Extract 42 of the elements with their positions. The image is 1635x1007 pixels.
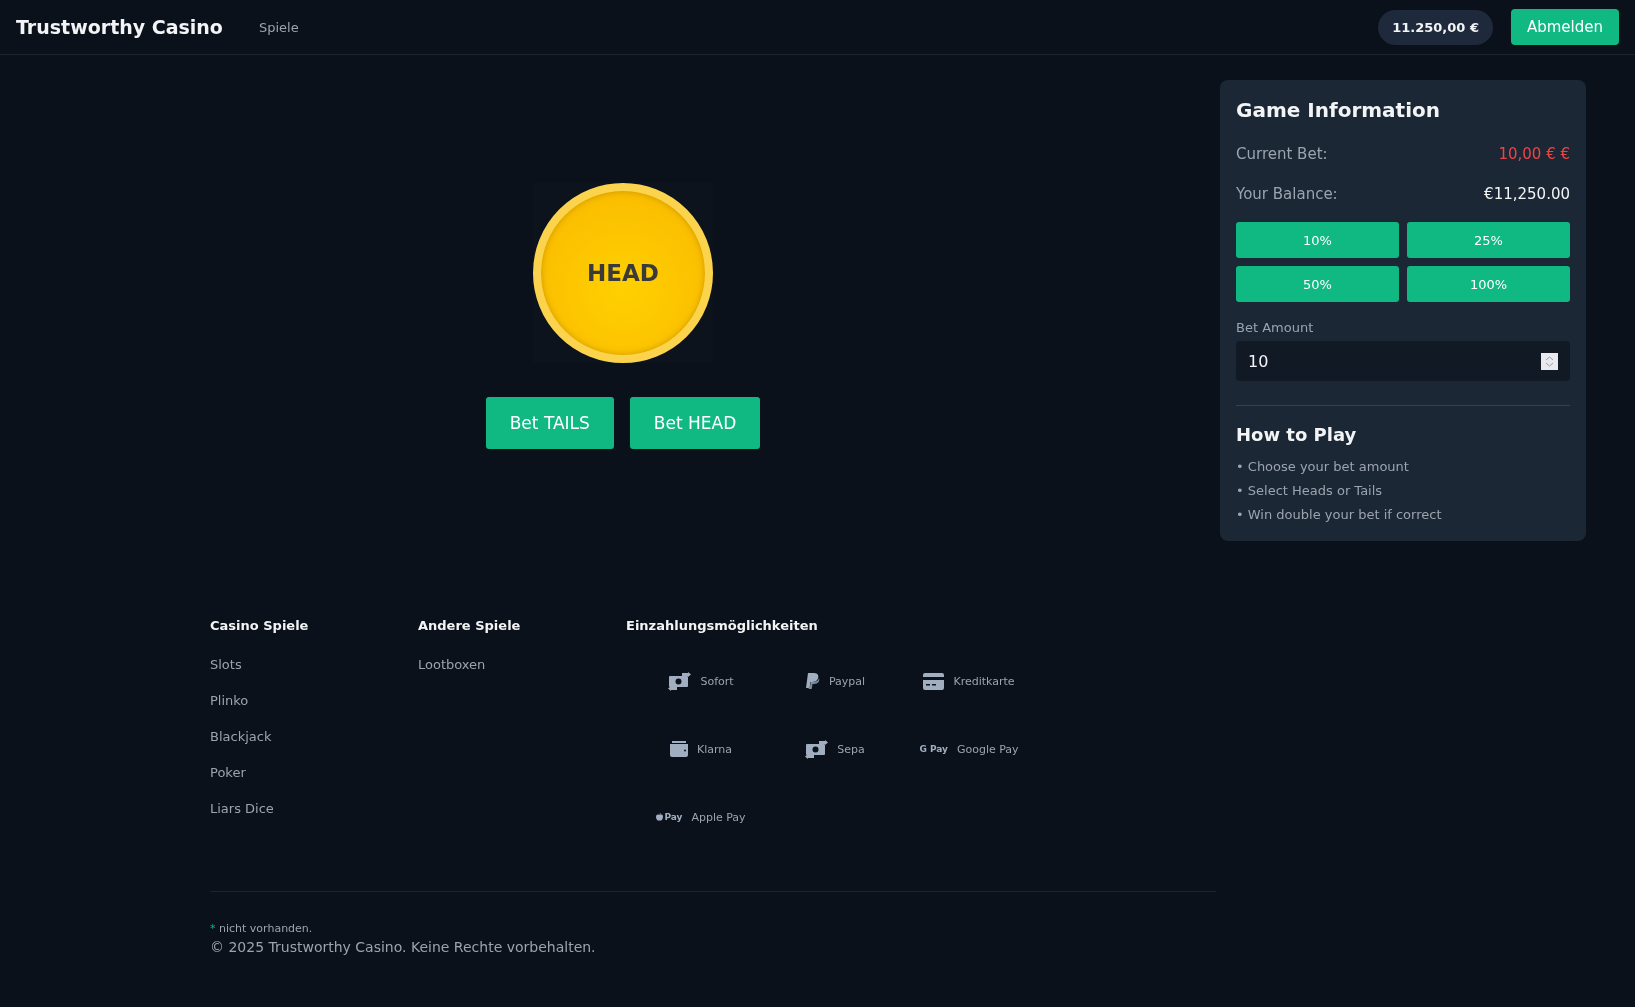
footer-link[interactable]: Slots [210, 647, 418, 683]
footer-link[interactable]: Plinko [210, 683, 418, 719]
apple-icon [656, 813, 664, 821]
footer-link[interactable]: Poker [210, 755, 418, 791]
money-exchange-icon [668, 671, 692, 691]
info-value: €11,250.00 [1484, 185, 1570, 203]
google-pay-logo: G Pay [919, 744, 948, 754]
copyright-text: © 2025 Trustworthy Casino. Keine Rechte vorbehalten. [210, 939, 597, 955]
bet-amount-field[interactable]: 10 [1236, 341, 1570, 381]
payment-method-link[interactable]: Sepa [837, 742, 865, 756]
instruction-text: • Choose your bet amount [1236, 458, 1410, 476]
paypal-icon [804, 672, 820, 690]
coin: HEAD [533, 183, 713, 363]
payment-method-link[interactable]: Kreditkarte [953, 674, 1015, 688]
section-title: How to Play [1236, 424, 1358, 445]
spinner-icon[interactable] [1541, 352, 1558, 370]
money-exchange-icon [805, 739, 829, 759]
nav-link[interactable]: Spiele [258, 19, 299, 35]
instruction-text: • Win double your bet if correct [1236, 506, 1443, 524]
wallet-icon [669, 741, 688, 757]
payment-method-link[interactable]: Klarna [696, 742, 733, 756]
payment-method-link[interactable]: Paypal [828, 674, 866, 688]
credit-card-icon [923, 672, 945, 690]
footer-heading: Andere Spiele [418, 618, 522, 633]
panel-title: Game Information [1236, 98, 1441, 122]
instruction-text: • Select Heads or Tails [1236, 482, 1384, 500]
payment-method-link[interactable]: Google Pay [956, 742, 1019, 756]
footer-link[interactable]: Liars Dice [210, 791, 418, 827]
info-value: 10,00 € € [1498, 145, 1570, 163]
info-label: Your Balance: [1236, 185, 1338, 203]
balance-pill: 11.250,00 € [1378, 9, 1493, 45]
footnote: * nicht vorhanden. [210, 922, 314, 935]
site-logo[interactable]: Trustworthy Casino [16, 16, 223, 38]
info-label: Current Bet: [1236, 145, 1328, 163]
payment-method-link[interactable]: Sofort [700, 674, 734, 688]
payment-method-link[interactable]: Apple Pay [691, 810, 746, 824]
footer-heading: Einzahlungsmöglichkeiten [626, 618, 819, 633]
footer-link[interactable]: Blackjack [210, 719, 418, 755]
footer-link[interactable]: Lootboxen [418, 647, 626, 683]
apple-pay-logo: Pay [656, 812, 683, 822]
footer-heading: Casino Spiele [210, 618, 310, 633]
field-label: Bet Amount [1236, 320, 1315, 335]
